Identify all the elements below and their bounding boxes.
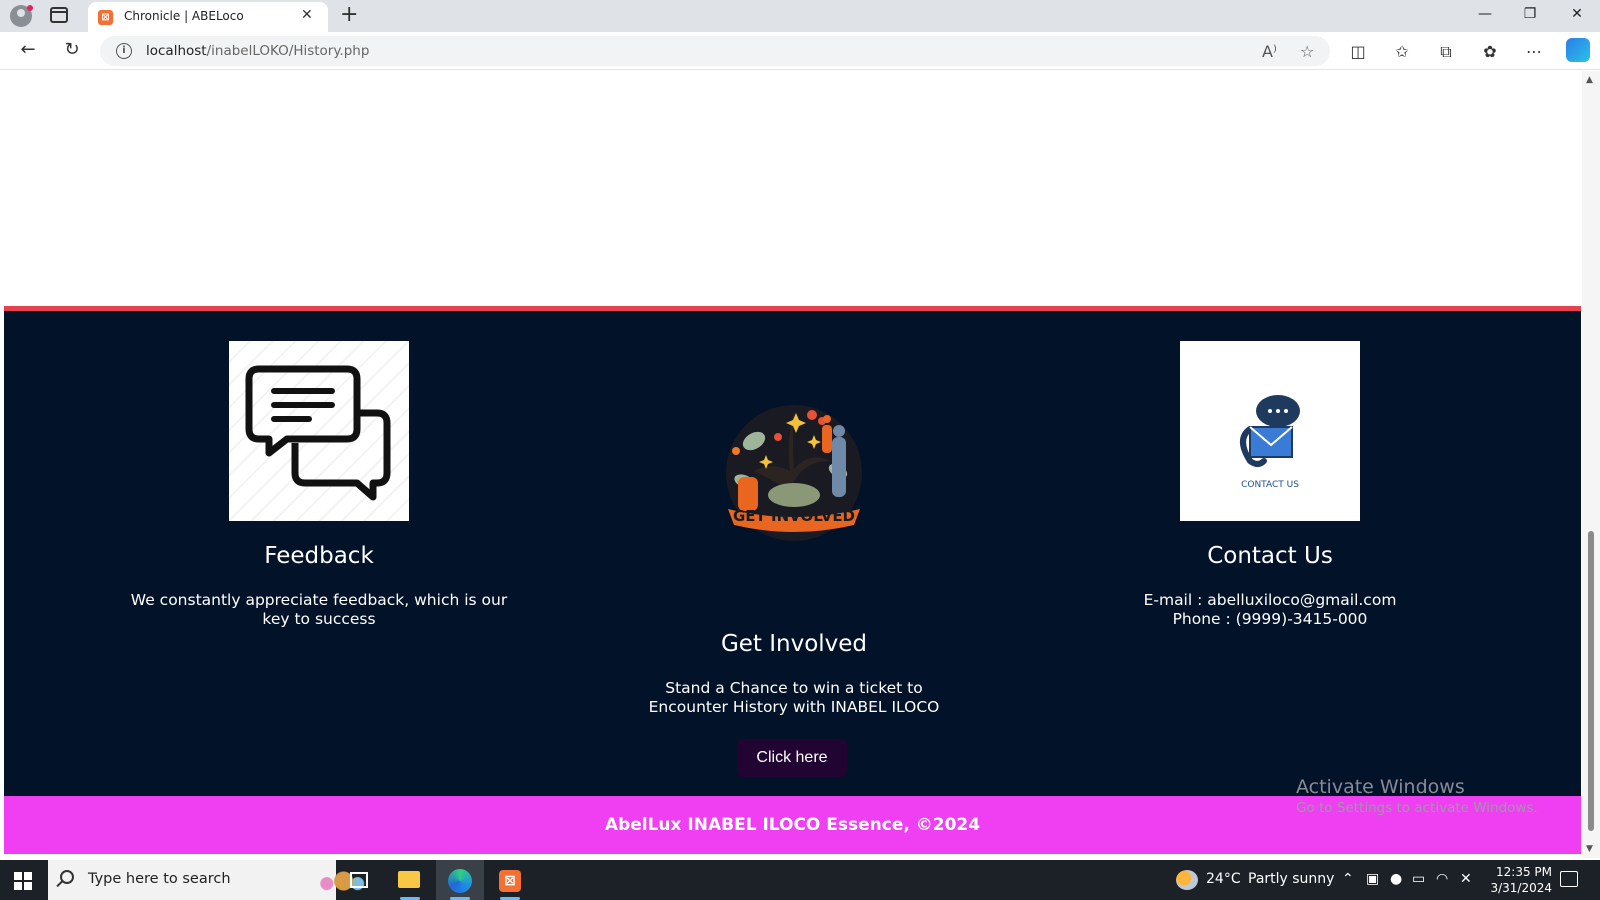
copilot-icon[interactable] xyxy=(1566,38,1590,62)
feedback-image xyxy=(229,341,409,521)
page-scrollbar[interactable]: ▲ ▼ xyxy=(1582,71,1600,858)
search-placeholder: Type here to search xyxy=(88,871,231,887)
tab-title: Chronicle | ABELoco xyxy=(124,9,244,23)
split-screen-icon[interactable]: ◫ xyxy=(1346,42,1370,61)
get-involved-image: GET INVOLVED xyxy=(714,391,874,551)
folder-icon xyxy=(398,871,420,888)
clock-date: 3/31/2024 xyxy=(1490,881,1552,895)
scroll-thumb[interactable] xyxy=(1588,531,1594,831)
more-menu-icon[interactable]: ⋯ xyxy=(1522,42,1546,61)
system-clock[interactable]: 12:35 PM 3/31/2024 xyxy=(1488,864,1552,896)
contact-email: E-mail : abelluxiloco@gmail.com xyxy=(1143,591,1397,609)
url-field[interactable]: i localhost/inabelLOKO/History.php A⁾ ☆ xyxy=(100,36,1330,66)
xampp-icon: ⊠ xyxy=(499,870,521,892)
task-view-button[interactable] xyxy=(336,860,384,900)
tab-bar: ⊠ Chronicle | ABELoco ✕ + — ❐ ✕ xyxy=(0,0,1600,32)
wifi-icon[interactable]: ◠ xyxy=(1436,871,1448,887)
get-involved-title: Get Involved xyxy=(720,631,868,657)
site-info-icon[interactable]: i xyxy=(116,43,132,59)
back-icon[interactable]: ← xyxy=(16,40,40,60)
taskbar-search-box[interactable]: Type here to search xyxy=(48,860,366,900)
feedback-title: Feedback xyxy=(264,543,374,569)
page-viewport: Feedback We constantly appreciate feedba… xyxy=(4,71,1581,858)
volume-muted-icon[interactable]: ✕ xyxy=(1460,871,1472,887)
address-bar: ← ↻ i localhost/inabelLOKO/History.php A… xyxy=(0,32,1600,70)
chat-bubbles-icon xyxy=(245,365,391,501)
favorite-star-icon[interactable]: ☆ xyxy=(1300,42,1314,61)
windows-taskbar: Type here to search ⊠ 24°C Partly sunny … xyxy=(0,860,1600,900)
favorites-icon[interactable]: ✩ xyxy=(1390,42,1414,61)
get-involved-illustration-icon: GET INVOLVED xyxy=(726,405,862,541)
close-window-icon[interactable]: ✕ xyxy=(1562,6,1592,22)
notification-center-icon[interactable] xyxy=(1560,871,1578,887)
get-involved-badge-text: GET INVOLVED xyxy=(733,507,855,525)
contact-info: E-mail : abelluxiloco@gmail.com Phone : … xyxy=(1074,591,1466,629)
new-tab-icon[interactable]: + xyxy=(340,3,358,27)
xampp-button[interactable]: ⊠ xyxy=(486,860,534,900)
weather-desc[interactable]: Partly sunny xyxy=(1248,871,1334,887)
browser-tab[interactable]: ⊠ Chronicle | ABELoco ✕ xyxy=(88,2,328,32)
battery-icon[interactable]: ▭ xyxy=(1412,871,1425,887)
clock-time: 12:35 PM xyxy=(1496,865,1552,879)
contact-image: CONTACT US xyxy=(1180,341,1360,521)
feedback-text: We constantly appreciate feedback, which… xyxy=(130,591,508,628)
site-footer: Feedback We constantly appreciate feedba… xyxy=(4,306,1581,796)
chevron-up-icon[interactable]: ⌃ xyxy=(1342,871,1354,887)
windows-start-icon[interactable] xyxy=(14,872,32,890)
restore-icon[interactable]: ❐ xyxy=(1515,6,1545,22)
tab-actions-icon[interactable] xyxy=(50,7,68,23)
microphone-icon[interactable]: ● xyxy=(1390,871,1402,887)
search-icon xyxy=(60,870,74,884)
activate-windows-watermark: Activate Windows Go to Settings to activ… xyxy=(1296,776,1538,816)
contact-column: Contact Us E-mail : abelluxiloco@gmail.c… xyxy=(1074,543,1466,629)
click-here-button[interactable]: Click here xyxy=(737,739,847,777)
contact-envelope-icon: CONTACT US xyxy=(1240,395,1300,490)
xampp-favicon-icon: ⊠ xyxy=(98,10,113,25)
close-tab-icon[interactable]: ✕ xyxy=(301,7,313,23)
edge-button[interactable] xyxy=(436,860,484,900)
feedback-column: Feedback We constantly appreciate feedba… xyxy=(124,543,514,629)
contact-image-text: CONTACT US xyxy=(1241,480,1299,490)
weather-icon[interactable] xyxy=(1176,870,1198,890)
weather-temp[interactable]: 24°C xyxy=(1206,871,1241,887)
get-involved-text: Stand a Chance to win a ticket to Encoun… xyxy=(648,679,940,716)
edge-icon xyxy=(448,869,472,893)
read-aloud-icon[interactable]: A⁾ xyxy=(1262,42,1277,61)
file-explorer-button[interactable] xyxy=(386,860,434,900)
meet-icon[interactable]: ▣ xyxy=(1366,871,1379,887)
get-involved-column: Get Involved Stand a Chance to win a tic… xyxy=(594,631,994,717)
scroll-down-arrow-icon[interactable]: ▼ xyxy=(1586,844,1593,854)
scroll-up-arrow-icon[interactable]: ▲ xyxy=(1586,75,1593,85)
task-view-icon xyxy=(350,872,368,888)
minimize-icon[interactable]: — xyxy=(1470,6,1500,22)
contact-title: Contact Us xyxy=(1207,543,1333,569)
notification-dot xyxy=(27,5,33,11)
collections-icon[interactable]: ⧉ xyxy=(1434,42,1458,62)
refresh-icon[interactable]: ↻ xyxy=(60,40,84,60)
contact-phone: Phone : (9999)-3415-000 xyxy=(1172,610,1368,628)
url-text: localhost/inabelLOKO/History.php xyxy=(146,43,370,59)
extensions-icon[interactable]: ✿ xyxy=(1478,42,1502,61)
